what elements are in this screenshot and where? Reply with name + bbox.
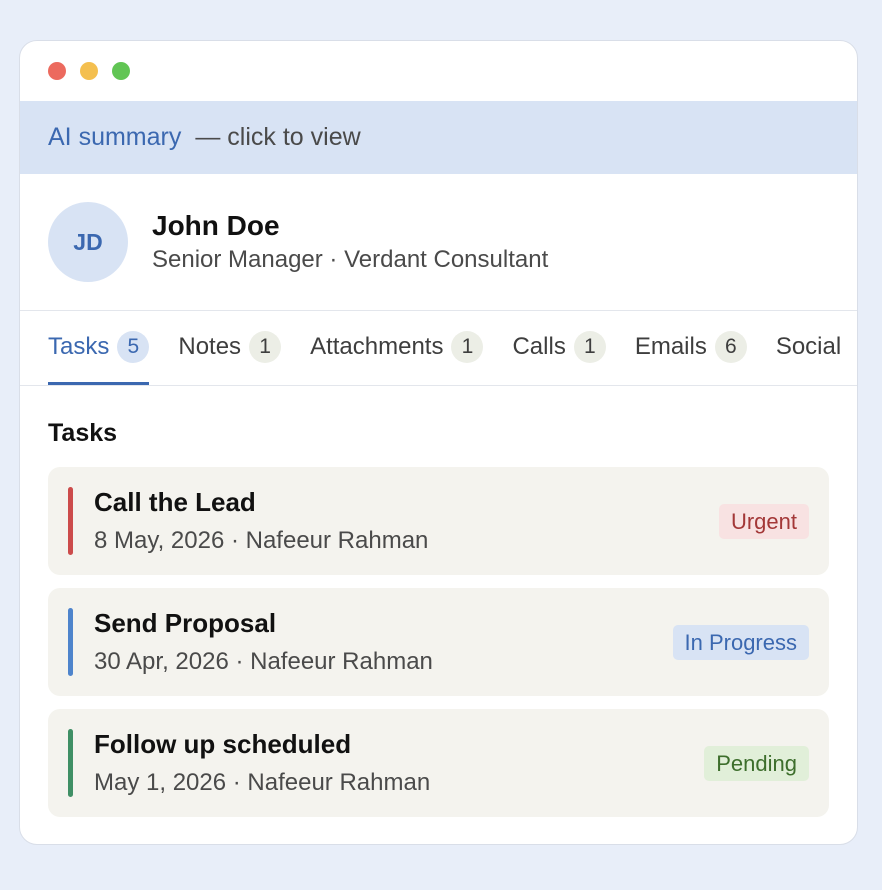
task-card[interactable]: Follow up scheduled May 1, 2026 · Nafeeu… xyxy=(48,709,829,817)
tab-label: Tasks xyxy=(48,333,110,360)
profile-info: John Doe Senior Manager · Verdant Consul… xyxy=(152,210,548,274)
tab-label: Social xyxy=(775,333,842,360)
tab-social[interactable]: Social xyxy=(776,312,841,385)
task-title: Follow up scheduled xyxy=(94,729,352,759)
task-title: Send Proposal xyxy=(94,608,277,638)
tab-calls[interactable]: Calls 1 xyxy=(512,312,606,385)
tab-count-badge: 1 xyxy=(573,331,606,363)
task-card[interactable]: Call the Lead 8 May, 2026 · Nafeeur Rahm… xyxy=(48,467,829,575)
contact-profile: JD John Doe Senior Manager · Verdant Con… xyxy=(20,174,857,311)
tab-bar: Tasks 5 Notes 1 Attachments 1 Calls 1 Em… xyxy=(20,311,857,386)
priority-stripe xyxy=(68,487,73,555)
tab-notes[interactable]: Notes 1 xyxy=(178,312,282,385)
ai-summary-hint: — click to view xyxy=(195,123,361,151)
tab-attachments[interactable]: Attachments 1 xyxy=(310,312,484,385)
status-badge: In Progress xyxy=(672,625,809,660)
contact-name: John Doe xyxy=(152,210,280,241)
status-badge: Pending xyxy=(704,746,809,781)
avatar: JD xyxy=(48,202,128,282)
tab-tasks[interactable]: Tasks 5 xyxy=(48,312,150,385)
status-badge: Urgent xyxy=(718,504,809,539)
section-title: Tasks xyxy=(48,419,118,447)
tab-label: Calls xyxy=(512,333,566,360)
task-meta: May 1, 2026 · Nafeeur Rahman xyxy=(94,769,431,796)
tab-label: Attachments xyxy=(310,333,444,360)
tab-count-badge: 1 xyxy=(451,331,484,363)
task-card[interactable]: Send Proposal 30 Apr, 2026 · Nafeeur Rah… xyxy=(48,588,829,696)
minimize-window-button[interactable] xyxy=(80,62,98,80)
contact-role: Senior Manager · Verdant Consultant xyxy=(152,246,549,273)
title-bar xyxy=(20,41,857,101)
tab-count-badge: 5 xyxy=(117,331,150,363)
task-list: Call the Lead 8 May, 2026 · Nafeeur Rahm… xyxy=(48,467,829,817)
tab-count-badge: 1 xyxy=(249,331,282,363)
ai-summary-banner[interactable]: AI summary — click to view xyxy=(20,101,857,174)
tab-count-badge: 6 xyxy=(714,331,747,363)
tab-emails[interactable]: Emails 6 xyxy=(635,312,747,385)
task-meta: 30 Apr, 2026 · Nafeeur Rahman xyxy=(94,648,433,675)
ai-summary-link[interactable]: AI summary xyxy=(48,123,181,152)
tab-label: Notes xyxy=(178,333,242,360)
app-window: AI summary — click to view JD John Doe S… xyxy=(19,40,858,845)
task-title: Call the Lead xyxy=(94,487,256,517)
close-window-button[interactable] xyxy=(48,62,66,80)
priority-stripe xyxy=(68,729,73,797)
task-meta: 8 May, 2026 · Nafeeur Rahman xyxy=(94,527,429,554)
maximize-window-button[interactable] xyxy=(112,62,130,80)
tab-label: Emails xyxy=(634,333,707,360)
priority-stripe xyxy=(68,608,73,676)
